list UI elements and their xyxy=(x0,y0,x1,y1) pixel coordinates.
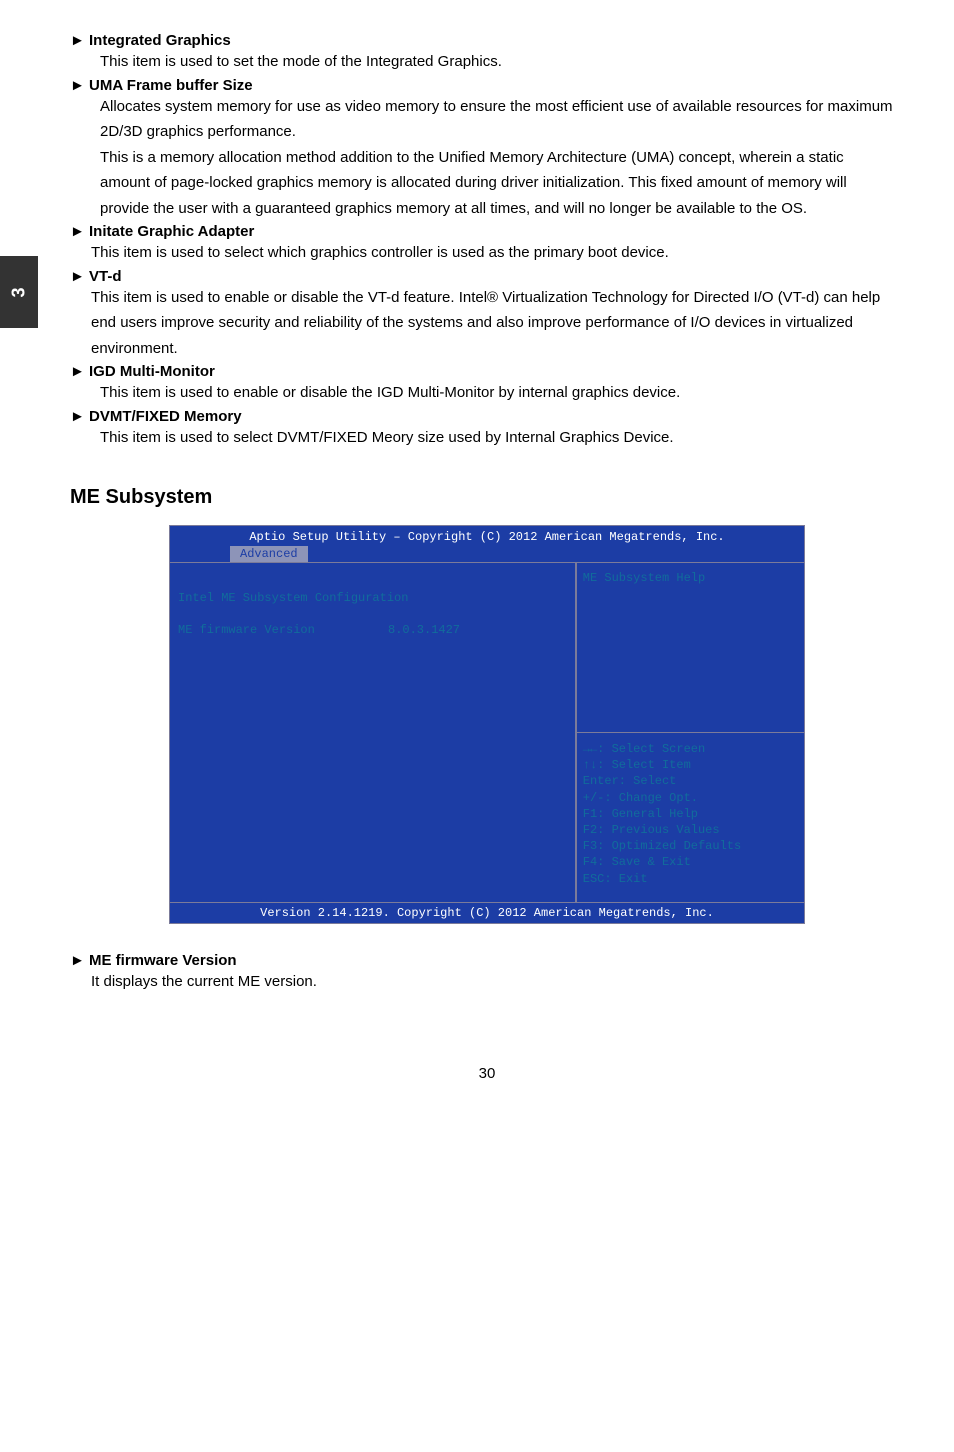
item-heading: ► Integrated Graphics xyxy=(70,32,904,49)
item-body: This item is used to enable or disable t… xyxy=(91,285,899,362)
item-heading: ► IGD Multi-Monitor xyxy=(70,363,904,380)
item-body: This item is used to select DVMT/FIXED M… xyxy=(100,425,899,451)
item-dvmt-fixed-memory: ► DVMT/FIXED Memory This item is used to… xyxy=(70,408,904,451)
bios-footer: Version 2.14.1219. Copyright (C) 2012 Am… xyxy=(170,902,804,923)
bios-title: Aptio Setup Utility – Copyright (C) 2012… xyxy=(170,530,804,546)
bios-me-firmware-value: 8.0.3.1427 xyxy=(388,623,460,637)
bios-me-firmware-label: ME firmware Version xyxy=(178,623,388,637)
item-body: This item is used to enable or disable t… xyxy=(100,380,899,406)
page-number: 30 xyxy=(70,1065,904,1082)
item-body: This is a memory allocation method addit… xyxy=(100,145,894,222)
bios-right-panel: ME Subsystem Help →←: Select Screen ↑↓: … xyxy=(576,562,804,902)
item-initate-graphic-adapter: ► Initate Graphic Adapter This item is u… xyxy=(70,223,904,266)
bios-key-hint: F4: Save & Exit xyxy=(583,854,798,870)
item-body: It displays the current ME version. xyxy=(91,969,899,995)
bios-key-hint: F3: Optimized Defaults xyxy=(583,838,798,854)
item-heading: ► ME firmware Version xyxy=(70,952,904,969)
bios-key-hint: →←: Select Screen xyxy=(583,741,798,757)
bios-key-hint: ESC: Exit xyxy=(583,871,798,887)
bios-key-hint: F1: General Help xyxy=(583,806,798,822)
bios-key-hint: ↑↓: Select Item xyxy=(583,757,798,773)
bios-keys-panel: →←: Select Screen ↑↓: Select Item Enter:… xyxy=(576,732,804,902)
chapter-tab-label: 3 xyxy=(8,287,29,297)
bios-tab-advanced: Advanced xyxy=(230,546,308,562)
item-heading: ► Initate Graphic Adapter xyxy=(70,223,904,240)
document-page: 3 ► Integrated Graphics This item is use… xyxy=(0,0,954,1122)
bios-help-text: ME Subsystem Help xyxy=(576,562,804,732)
item-uma-frame-buffer: ► UMA Frame buffer Size Allocates system… xyxy=(70,77,904,222)
item-body: Allocates system memory for use as video… xyxy=(100,94,894,145)
item-me-firmware-version: ► ME firmware Version It displays the cu… xyxy=(70,952,904,995)
item-body: This item is used to set the mode of the… xyxy=(100,49,894,75)
item-vt-d: ► VT-d This item is used to enable or di… xyxy=(70,268,904,362)
bios-config-label: Intel ME Subsystem Configuration xyxy=(178,591,567,605)
bios-left-panel: Intel ME Subsystem Configuration ME firm… xyxy=(170,562,576,902)
bios-screenshot: Aptio Setup Utility – Copyright (C) 2012… xyxy=(169,525,805,924)
item-heading: ► UMA Frame buffer Size xyxy=(70,77,904,94)
bios-tab-row: Advanced xyxy=(170,546,804,562)
bios-header: Aptio Setup Utility – Copyright (C) 2012… xyxy=(170,526,804,562)
bios-me-firmware-row: ME firmware Version 8.0.3.1427 xyxy=(178,623,567,637)
bios-key-hint: F2: Previous Values xyxy=(583,822,798,838)
me-subsystem-heading: ME Subsystem xyxy=(70,486,904,509)
bios-key-hint: +/-: Change Opt. xyxy=(583,790,798,806)
item-body: This item is used to select which graphi… xyxy=(91,240,899,266)
item-integrated-graphics: ► Integrated Graphics This item is used … xyxy=(70,32,904,75)
item-igd-multi-monitor: ► IGD Multi-Monitor This item is used to… xyxy=(70,363,904,406)
chapter-tab: 3 xyxy=(0,256,38,328)
item-heading: ► DVMT/FIXED Memory xyxy=(70,408,904,425)
bios-body: Intel ME Subsystem Configuration ME firm… xyxy=(170,562,804,902)
item-heading: ► VT-d xyxy=(70,268,904,285)
bios-key-hint: Enter: Select xyxy=(583,773,798,789)
